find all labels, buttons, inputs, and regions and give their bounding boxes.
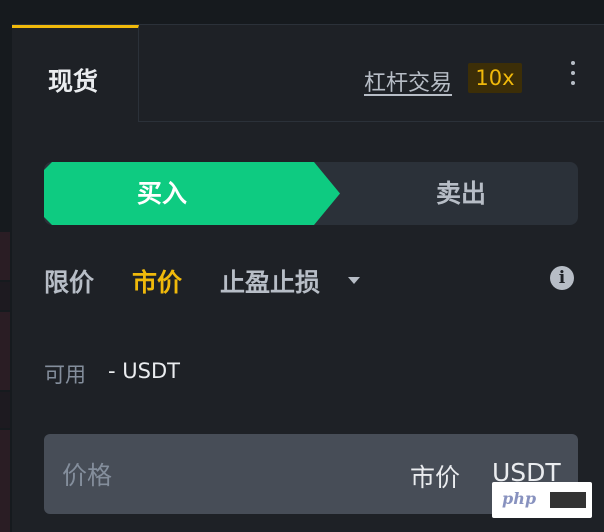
- buy-button[interactable]: 买入: [44, 162, 280, 225]
- watermark-logo: php: [492, 482, 592, 518]
- orderbook-row: [0, 392, 10, 428]
- tab-spot-label: 现货: [48, 67, 99, 96]
- available-value: - USDT: [108, 359, 180, 383]
- caret-down-icon[interactable]: [348, 277, 360, 284]
- more-vertical-icon[interactable]: [568, 61, 578, 91]
- orderbook-row: [0, 312, 10, 390]
- watermark-text: php: [502, 489, 537, 508]
- order-type-limit[interactable]: 限价: [44, 263, 94, 299]
- order-type-market[interactable]: 市价: [132, 263, 182, 299]
- watermark-bar: [550, 492, 586, 508]
- tab-spot[interactable]: 现货: [12, 25, 139, 122]
- available-label: 可用: [44, 363, 86, 387]
- info-icon[interactable]: i: [550, 266, 574, 290]
- sell-button[interactable]: 卖出: [344, 162, 578, 225]
- order-panel: 现货 杠杆交易 10x 买入 卖出 限价 市价 止盈止损 i 可用 - USDT…: [12, 25, 604, 532]
- tab-margin[interactable]: 杠杆交易: [364, 65, 452, 97]
- orderbook-row: [0, 282, 10, 310]
- top-bar: [0, 0, 604, 25]
- orderbook-row: [0, 232, 10, 280]
- orderbook-row: [0, 430, 10, 532]
- leverage-badge[interactable]: 10x: [468, 63, 522, 93]
- trade-widget: 现货 杠杆交易 10x 买入 卖出 限价 市价 止盈止损 i 可用 - USDT…: [0, 0, 604, 532]
- price-placeholder: 价格: [62, 461, 113, 490]
- order-type-stop[interactable]: 止盈止损: [220, 263, 320, 299]
- price-mode: 市价: [410, 463, 461, 492]
- tab-bar: 现货 杠杆交易 10x: [12, 25, 604, 122]
- buy-sell-toggle: 买入 卖出: [44, 162, 578, 225]
- left-panel-edge: [0, 0, 12, 532]
